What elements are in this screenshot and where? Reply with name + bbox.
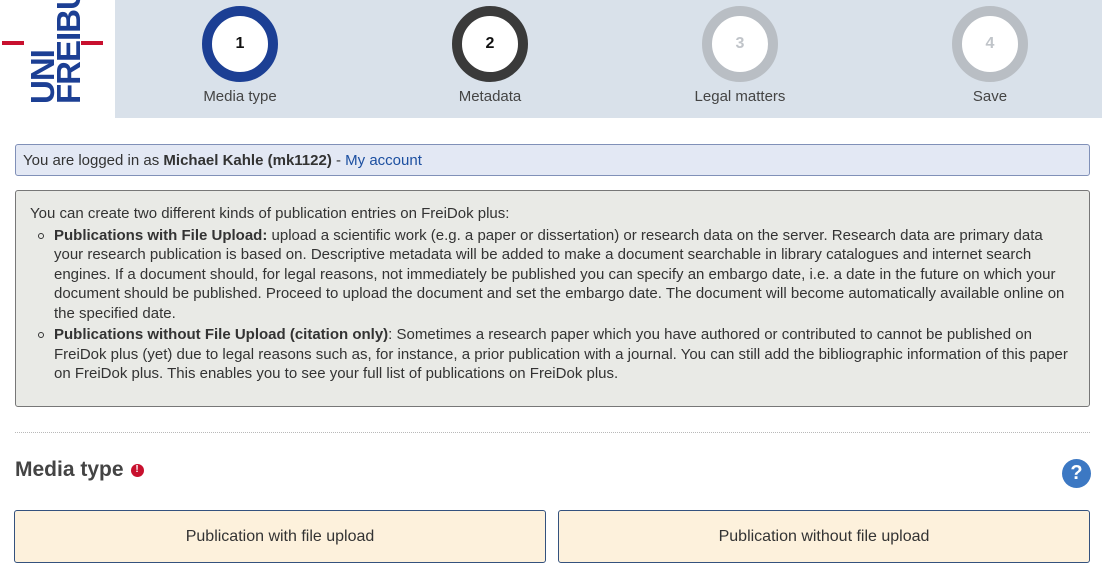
step-metadata[interactable]: 2 Metadata (410, 6, 570, 105)
bullet-icon (38, 232, 44, 239)
step-circle: 3 (702, 6, 778, 82)
step-circle: 1 (202, 6, 278, 82)
step-label: Media type (203, 88, 277, 105)
university-logo[interactable]: UNI FREIBU (0, 0, 115, 118)
step-legal-matters: 3 Legal matters (660, 6, 820, 105)
section-divider (15, 432, 1090, 433)
step-circle: 2 (452, 6, 528, 82)
publication-with-upload-button[interactable]: Publication with file upload (14, 510, 546, 563)
section-title: Media type (15, 458, 124, 481)
required-icon: ! (130, 463, 144, 477)
info-item-title: Publications without File Upload (citati… (54, 326, 389, 343)
step-label: Save (972, 88, 1008, 105)
logo-text-freiburg: FREIBU (50, 0, 87, 104)
publication-without-upload-button[interactable]: Publication without file upload (558, 510, 1090, 563)
step-media-type[interactable]: 1 Media type (160, 6, 320, 105)
step-label: Legal matters (694, 88, 786, 105)
bullet-icon (38, 332, 44, 338)
logo-bar-left (2, 41, 24, 45)
help-icon[interactable]: ? (1062, 459, 1091, 488)
login-status-bar: You are logged in as Michael Kahle (mk11… (15, 144, 1090, 176)
login-separator: - (336, 152, 341, 169)
section-heading: Media type ! (15, 458, 144, 482)
login-prefix: You are logged in as (23, 152, 160, 169)
info-intro: You can create two different kinds of pu… (30, 205, 510, 222)
info-item-with-upload: Publications with File Upload: upload a … (30, 226, 1075, 324)
logged-in-user: Michael Kahle (mk1122) (163, 152, 332, 169)
step-progress: 1 Media type 2 Metadata 3 Legal matters … (115, 0, 1102, 118)
info-list: Publications with File Upload: upload a … (30, 226, 1075, 384)
publication-info-box: You can create two different kinds of pu… (15, 190, 1090, 407)
my-account-link[interactable]: My account (345, 152, 422, 169)
info-item-without-upload: Publications without File Upload (citati… (30, 325, 1075, 384)
step-save: 4 Save (910, 6, 1070, 105)
step-circle: 4 (952, 6, 1028, 82)
info-item-title: Publications with File Upload: (54, 226, 268, 244)
step-label: Metadata (458, 88, 522, 105)
